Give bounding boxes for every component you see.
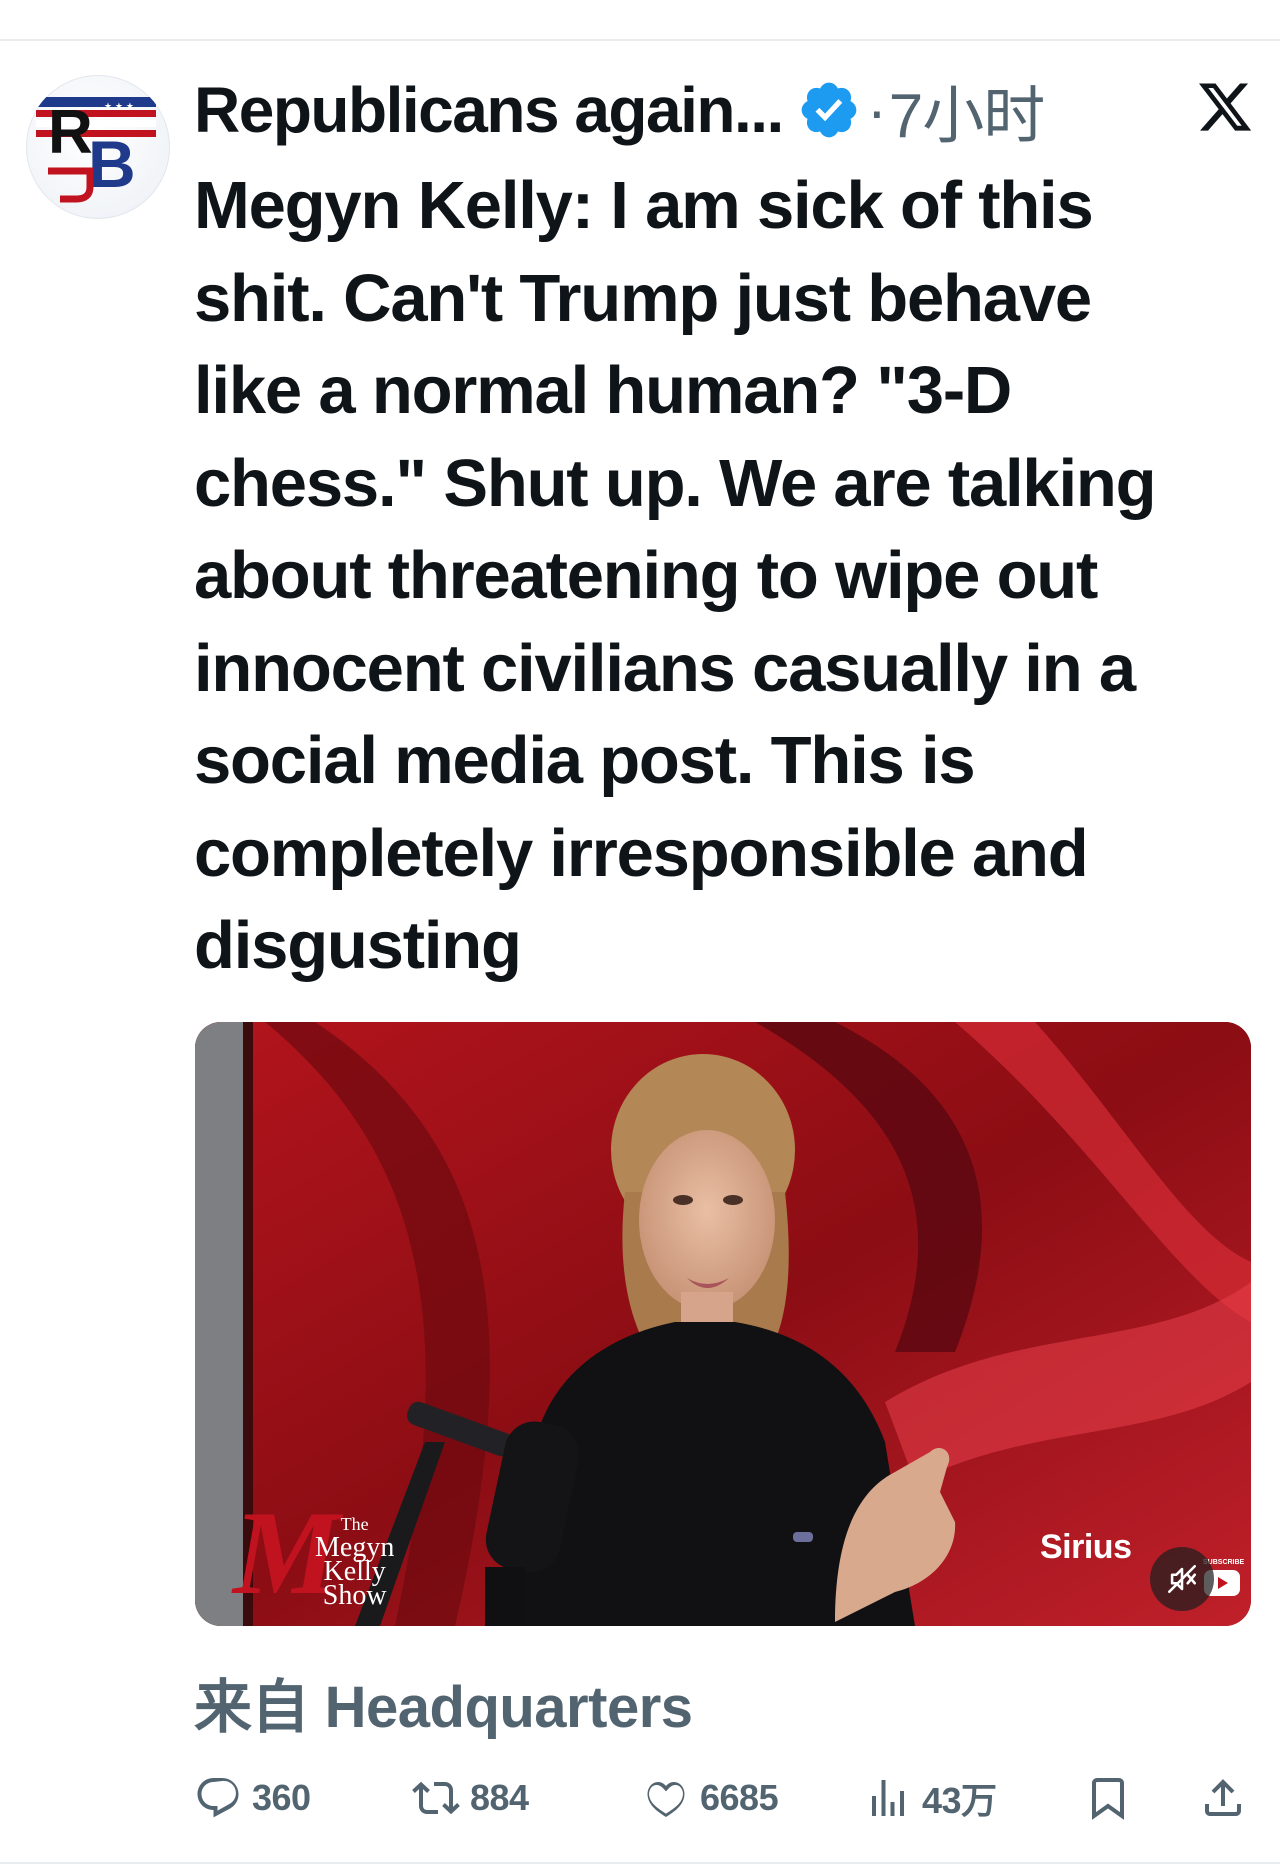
reply-count: 360 — [252, 1777, 311, 1818]
share-button[interactable] — [1199, 1770, 1247, 1826]
tweet-header: Republicans again... · 7小时 — [194, 70, 1264, 151]
bottom-divider — [0, 1862, 1280, 1864]
tweet-text: Megyn Kelly: I am sick of this shit. Can… — [194, 168, 1157, 983]
verified-badge-icon — [801, 82, 857, 138]
top-divider — [0, 39, 1280, 41]
views-button[interactable]: 43万 — [864, 1770, 997, 1826]
separator-dot: · — [866, 76, 887, 144]
bookmark-icon — [1092, 1778, 1124, 1820]
like-count: 6685 — [700, 1777, 779, 1818]
author-name[interactable]: Republicans again... — [194, 73, 784, 147]
tweet-actions: 360 884 6685 43万 — [194, 1770, 1264, 1826]
unmute-button[interactable] — [1150, 1547, 1214, 1611]
reply-icon — [197, 1778, 239, 1818]
share-icon — [1205, 1779, 1241, 1816]
video-player[interactable]: M The Megyn Kelly Show Sirius SUBSCRIBE — [195, 1022, 1251, 1626]
muted-speaker-icon — [1167, 1564, 1197, 1594]
retweet-icon — [412, 1781, 460, 1815]
svg-text:R: R — [48, 98, 93, 167]
avatar-logo: ★ ★ ★ R B — [36, 97, 156, 203]
svg-text:★ ★ ★: ★ ★ ★ — [104, 102, 134, 112]
view-count: 43万 — [922, 1780, 997, 1821]
x-logo-icon — [1199, 83, 1252, 131]
tweet-timestamp[interactable]: 7小时 — [889, 65, 1045, 155]
like-button[interactable]: 6685 — [642, 1770, 779, 1826]
author-avatar[interactable]: ★ ★ ★ R B — [26, 75, 170, 219]
retweet-count: 884 — [470, 1777, 529, 1818]
network-logo: Sirius — [1040, 1528, 1132, 1566]
heart-icon — [647, 1782, 685, 1817]
svg-text:B: B — [88, 127, 136, 201]
tweet-page: ★ ★ ★ R B Republicans again... · 7小时 Meg… — [0, 0, 1280, 1875]
views-icon — [872, 1780, 904, 1816]
show-logo-line4: Show — [322, 1580, 387, 1611]
bookmark-button[interactable] — [1084, 1770, 1132, 1826]
show-logo: M The Megyn Kelly Show — [233, 1492, 453, 1613]
show-logo-text: The Megyn Kelly Show — [315, 1512, 394, 1611]
retweet-button[interactable]: 884 — [412, 1770, 529, 1826]
tweet-source: 来自 Headquarters — [194, 1675, 693, 1740]
reply-button[interactable]: 360 — [194, 1770, 311, 1826]
